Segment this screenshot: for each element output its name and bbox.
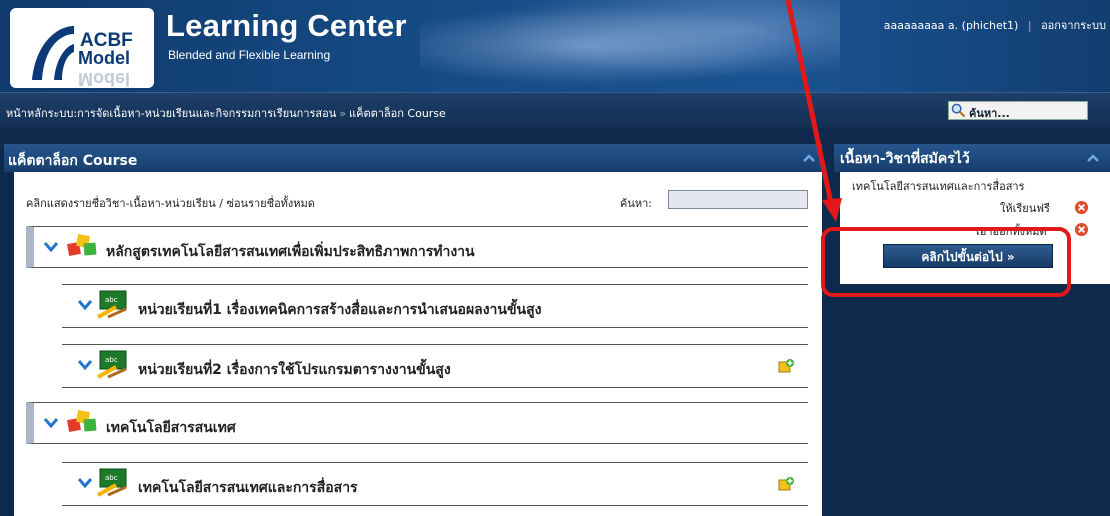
collapse-icon[interactable] <box>1086 151 1100 165</box>
enrolled-header: เนื้อหา-วิชาที่สมัครไว้ <box>834 144 1110 172</box>
collapse-icon[interactable] <box>802 151 816 165</box>
separator: | <box>1027 19 1032 32</box>
enrolled-course-name: เทคโนโลยีสารสนเทศและการสื่อสาร <box>852 180 1025 193</box>
add-to-cart-icon[interactable] <box>778 476 794 492</box>
header-decoration <box>420 0 840 92</box>
lesson-board-icon: abc <box>97 290 127 319</box>
add-to-cart-icon[interactable] <box>778 358 794 374</box>
breadcrumb-separator: » <box>339 107 346 120</box>
svg-text:abc: abc <box>105 356 118 364</box>
highlight-box <box>821 227 1071 297</box>
site-title: Learning Center <box>166 8 407 43</box>
course-label[interactable]: หลักสูตรเทคโนโลยีสารสนเทศเพื่อเพิ่มประสิ… <box>106 241 475 263</box>
chevron-down-icon[interactable] <box>44 241 58 253</box>
unit-label[interactable]: หน่วยเรียนที่2 เรื่องการใช้โปรแกรมตารางง… <box>138 359 451 381</box>
search-icon <box>951 103 966 118</box>
site-header: ACBF Model Model Learning Center Blended… <box>0 0 1110 92</box>
logo-text: Model <box>78 48 130 68</box>
enrolled-title: เนื้อหา-วิชาที่สมัครไว้ <box>840 151 970 167</box>
chevron-down-icon[interactable] <box>44 417 58 429</box>
unit-label[interactable]: เทคโนโลยีสารสนเทศและการสื่อสาร <box>138 477 358 499</box>
catalog-title: แค็ตตาล็อก Course <box>8 153 138 169</box>
free-tag: ให้เรียนฟรี <box>1000 202 1050 215</box>
catalog-search-label: ค้นหา: <box>620 197 653 210</box>
user-name[interactable]: aaaaaaaaa a. (phichet1) <box>884 19 1019 32</box>
lesson-board-icon: abc <box>97 468 127 497</box>
logo-arch-icon <box>32 26 74 80</box>
unit-label[interactable]: หน่วยเรียนที่1 เรื่องเทคนิคการสร้างสื่อแ… <box>138 299 542 321</box>
top-search-box[interactable]: ค้นหา... <box>948 101 1088 120</box>
cubes-icon <box>67 234 97 256</box>
course-label[interactable]: เทคโนโลยีสารสนเทศ <box>106 417 236 439</box>
unit-row[interactable]: abc หน่วยเรียนที่1 เรื่องเทคนิคการสร้างส… <box>62 284 808 328</box>
logout-link[interactable]: ออกจากระบบ <box>1041 19 1106 32</box>
unit-row[interactable]: abc หน่วยเรียนที่2 เรื่องการใช้โปรแกรมตา… <box>62 344 808 388</box>
breadcrumb: หน้าหลักระบบ:การจัดเนื้อหา-หน่วยเรียนและ… <box>6 104 446 122</box>
divider <box>0 128 1110 140</box>
remove-icon[interactable] <box>1074 200 1089 215</box>
chevron-down-icon[interactable] <box>78 477 92 489</box>
svg-text:abc: abc <box>105 474 118 482</box>
catalog-header: แค็ตตาล็อก Course <box>4 144 822 172</box>
acbf-logo[interactable]: ACBF Model Model <box>10 8 154 89</box>
breadcrumb-current[interactable]: แค็ตตาล็อก Course <box>349 107 446 120</box>
breadcrumb-home[interactable]: หน้าหลักระบบ:การจัดเนื้อหา-หน่วยเรียนและ… <box>6 107 336 120</box>
user-area: aaaaaaaaa a. (phichet1) | ออกจากระบบ <box>878 16 1106 34</box>
search-label: ค้นหา... <box>969 107 1010 120</box>
logo-reflection: Model <box>78 69 130 89</box>
lesson-board-icon: abc <box>97 350 127 379</box>
svg-text:abc: abc <box>105 296 118 304</box>
course-row[interactable]: หลักสูตรเทคโนโลยีสารสนเทศเพื่อเพิ่มประสิ… <box>26 226 808 268</box>
cubes-icon <box>67 410 97 432</box>
site-subtitle: Blended and Flexible Learning <box>168 48 331 62</box>
course-row[interactable]: เทคโนโลยีสารสนเทศ <box>26 402 808 444</box>
toggle-list-link[interactable]: คลิกแสดงรายชื่อวิชา-เนื้อหา-หน่วยเรียน /… <box>26 194 315 212</box>
catalog-search-input[interactable] <box>668 190 808 209</box>
remove-all-icon[interactable] <box>1074 222 1089 237</box>
chevron-down-icon[interactable] <box>78 359 92 371</box>
unit-row[interactable]: abc เทคโนโลยีสารสนเทศและการสื่อสาร <box>62 462 808 506</box>
breadcrumb-bar: หน้าหลักระบบ:การจัดเนื้อหา-หน่วยเรียนและ… <box>0 92 1110 128</box>
chevron-down-icon[interactable] <box>78 299 92 311</box>
